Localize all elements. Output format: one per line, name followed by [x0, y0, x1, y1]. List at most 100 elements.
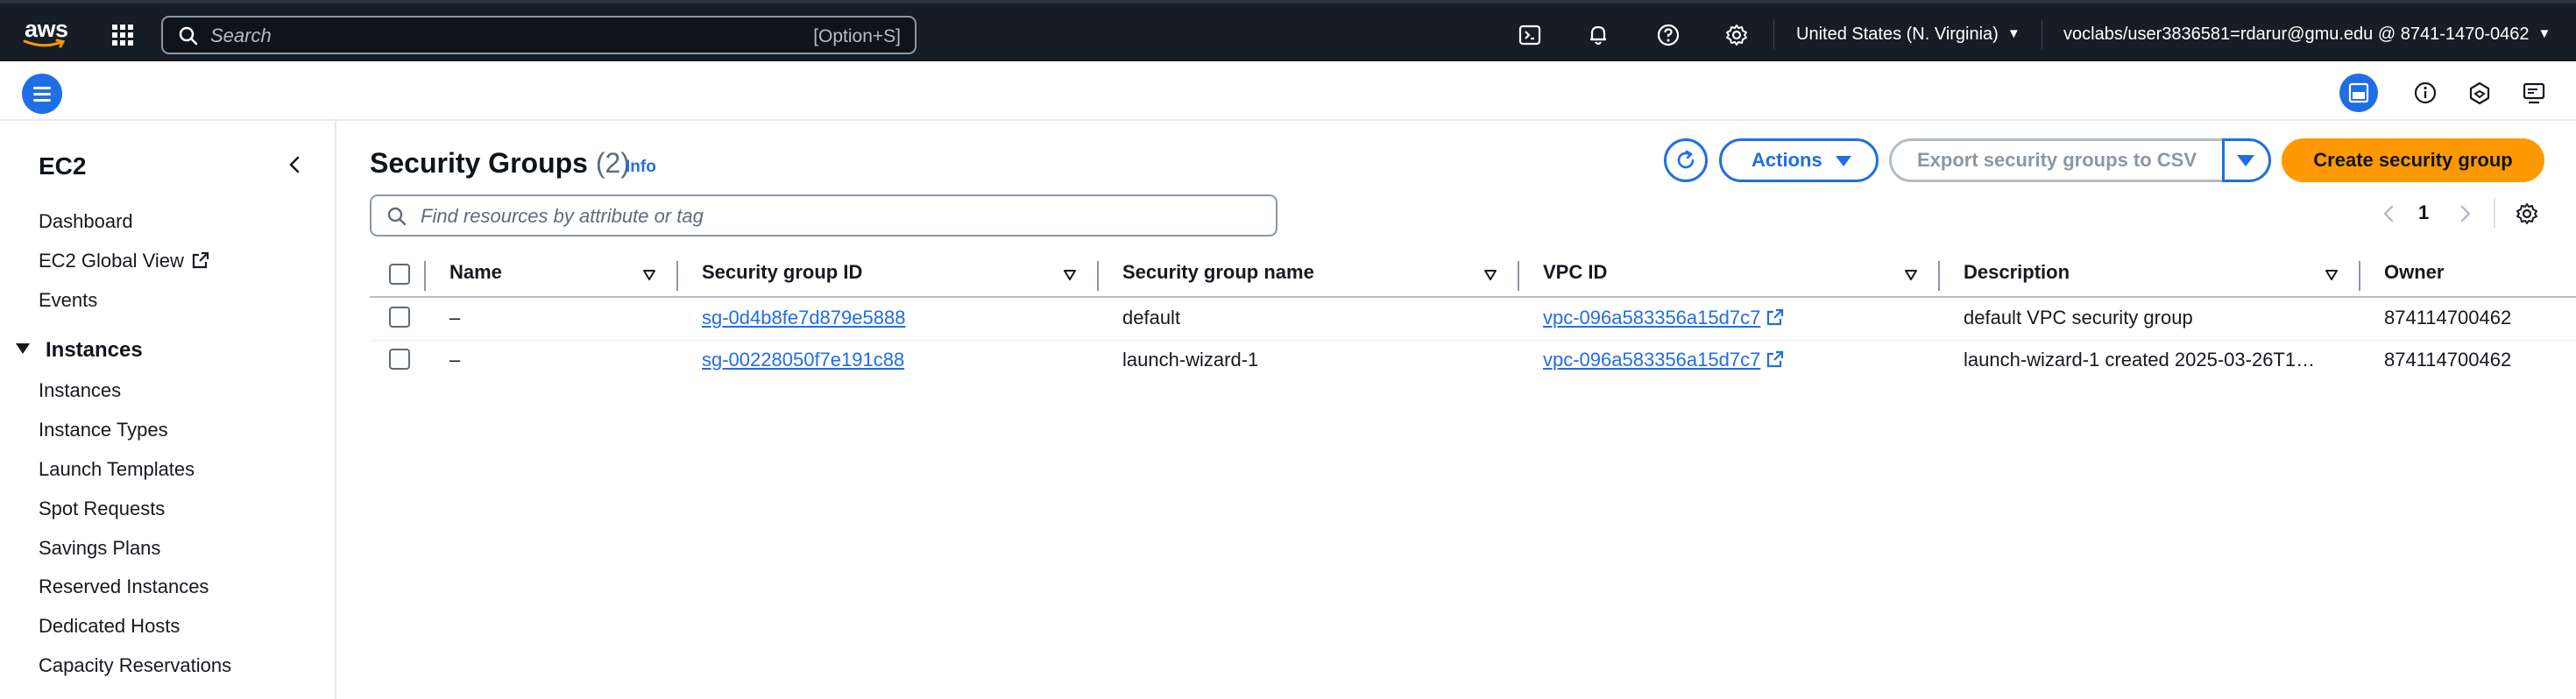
region-label: United States (N. Virginia) — [1796, 25, 1999, 44]
export-options-dropdown[interactable] — [2222, 138, 2271, 182]
caret-down-icon: ▼ — [2537, 26, 2551, 41]
global-search-input[interactable] — [210, 23, 736, 49]
vpc-id-link[interactable]: vpc-096a583356a15d7c7 — [1543, 349, 1760, 371]
aws-logo[interactable]: aws — [23, 16, 72, 51]
region-selector[interactable]: United States (N. Virginia) ▼ — [1796, 25, 2020, 45]
notifications-bell-icon[interactable] — [1586, 23, 1610, 47]
panel-layout-icon — [2348, 82, 2369, 103]
global-search[interactable]: [Option+S] — [161, 16, 916, 54]
sidebar-item-instances[interactable]: Instances — [39, 379, 121, 402]
caret-down-icon — [1836, 156, 1851, 166]
sort-icon[interactable] — [641, 267, 657, 283]
pagination-divider — [2494, 198, 2495, 228]
column-header-owner[interactable]: Owner — [2384, 261, 2444, 296]
select-all-checkbox[interactable] — [389, 264, 410, 285]
account-label: voclabs/user3836581=rdarur@gmu.edu @ 874… — [2063, 25, 2530, 44]
column-header-vpc-id[interactable]: VPC ID — [1543, 261, 1607, 296]
sidebar-title[interactable]: EC2 — [39, 152, 86, 180]
sidebar-item-dashboard[interactable]: Dashboard — [39, 210, 133, 233]
sidebar-item-label: EC2 Global View — [39, 250, 184, 272]
search-icon — [387, 207, 407, 226]
column-header-description[interactable]: Description — [1964, 261, 2070, 296]
hamburger-icon-line — [33, 99, 51, 102]
sort-icon[interactable] — [1062, 267, 1078, 283]
resource-filter-input[interactable] — [421, 204, 1244, 229]
aws-smile-icon — [23, 39, 66, 48]
sort-icon[interactable] — [2324, 267, 2339, 283]
sidebar-item-capacity-reservations[interactable]: Capacity Reservations — [39, 654, 231, 677]
external-link-icon — [192, 251, 209, 269]
create-security-group-button[interactable]: Create security group — [2282, 138, 2544, 182]
side-navigation-toggle[interactable] — [22, 74, 62, 114]
external-link-icon[interactable] — [1766, 350, 1785, 369]
cell-description: launch-wizard-1 created 2025-03-26T1… — [1964, 349, 2316, 371]
resources-panel-button[interactable] — [2460, 74, 2499, 112]
sidebar-item-savings-plans[interactable]: Savings Plans — [39, 537, 160, 560]
row-select-checkbox[interactable] — [389, 307, 410, 328]
cell-security-group-name: launch-wizard-1 — [1122, 349, 1259, 371]
current-page-number[interactable]: 1 — [2418, 201, 2429, 224]
resource-filter[interactable] — [370, 194, 1277, 237]
column-header-security-group-id[interactable]: Security group ID — [702, 261, 862, 296]
cloudshell-icon[interactable] — [1518, 23, 1542, 47]
caret-down-icon — [2237, 155, 2254, 166]
row-select-checkbox[interactable] — [389, 349, 410, 370]
cell-vpc-id: vpc-096a583356a15d7c7 — [1543, 349, 1785, 371]
refresh-icon — [1677, 150, 1695, 169]
column-header-security-group-name[interactable]: Security group name — [1122, 261, 1314, 296]
sidebar-item-ec2-global-view[interactable]: EC2 Global View — [39, 250, 210, 272]
hamburger-icon-line — [33, 93, 51, 95]
account-menu[interactable]: voclabs/user3836581=rdarur@gmu.edu @ 874… — [2063, 25, 2551, 45]
external-link-icon[interactable] — [1766, 307, 1785, 327]
search-shortcut-hint: [Option+S] — [813, 26, 901, 46]
actions-label: Actions — [1752, 149, 1822, 171]
hexagon-icon — [2469, 81, 2490, 105]
page-title: Security Groups (2) — [370, 147, 630, 180]
ec2-side-navigation: EC2 Dashboard EC2 Global View Events Ins… — [0, 121, 336, 699]
help-icon[interactable] — [1656, 23, 1681, 47]
export-csv-button[interactable]: Export security groups to CSV — [1889, 138, 2222, 182]
column-divider[interactable] — [1097, 261, 1099, 291]
sidebar-item-spot-requests[interactable]: Spot Requests — [39, 498, 165, 520]
sidebar-section-instances[interactable]: Instances — [16, 338, 143, 363]
column-divider[interactable] — [1938, 261, 1940, 291]
column-divider[interactable] — [1518, 261, 1519, 291]
collapse-sidebar-icon[interactable] — [284, 152, 305, 177]
settings-gear-icon[interactable] — [1724, 23, 1749, 47]
services-grid-icon[interactable] — [110, 23, 135, 47]
cell-security-group-id-link[interactable]: sg-00228050f7e191c88 — [702, 349, 904, 371]
console-subheader — [0, 61, 2576, 121]
column-header-name[interactable]: Name — [449, 261, 502, 296]
caret-down-icon: ▼ — [2006, 26, 2020, 41]
caret-down-icon — [16, 343, 30, 354]
feedback-panel-button[interactable] — [2515, 74, 2553, 112]
table-header-divider — [370, 296, 2576, 298]
sidebar-item-dedicated-hosts[interactable]: Dedicated Hosts — [39, 615, 180, 638]
cell-owner: 874114700462 — [2384, 349, 2512, 371]
previous-page-icon[interactable] — [2380, 201, 2397, 226]
next-page-icon[interactable] — [2457, 201, 2474, 226]
screen-feedback-icon — [2523, 82, 2545, 104]
row-divider — [370, 340, 2576, 341]
split-panel-button[interactable] — [2339, 74, 2378, 112]
sidebar-item-launch-templates[interactable]: Launch Templates — [39, 458, 195, 481]
sort-icon[interactable] — [1903, 267, 1919, 283]
sidebar-item-events[interactable]: Events — [39, 289, 97, 312]
sidebar-item-instance-types[interactable]: Instance Types — [39, 419, 168, 441]
security-groups-panel: Security Groups (2) Info Actions Export … — [338, 121, 2576, 699]
column-divider[interactable] — [676, 261, 678, 291]
info-icon — [2414, 81, 2437, 104]
actions-dropdown-button[interactable]: Actions — [1719, 138, 1879, 182]
cell-security-group-id-link[interactable]: sg-0d4b8fe7d879e5888 — [702, 307, 905, 329]
page-title-text: Security Groups — [370, 147, 588, 179]
search-icon — [179, 26, 198, 46]
table-preferences-gear-icon[interactable] — [2515, 201, 2539, 226]
sort-icon[interactable] — [1483, 267, 1498, 283]
refresh-button[interactable] — [1664, 138, 1708, 182]
info-panel-button[interactable] — [2406, 74, 2445, 112]
cell-name: – — [449, 349, 461, 371]
sidebar-item-reserved-instances[interactable]: Reserved Instances — [39, 575, 209, 598]
vpc-id-link[interactable]: vpc-096a583356a15d7c7 — [1543, 307, 1760, 328]
column-divider[interactable] — [2359, 261, 2360, 291]
info-link[interactable]: Info — [626, 158, 656, 177]
